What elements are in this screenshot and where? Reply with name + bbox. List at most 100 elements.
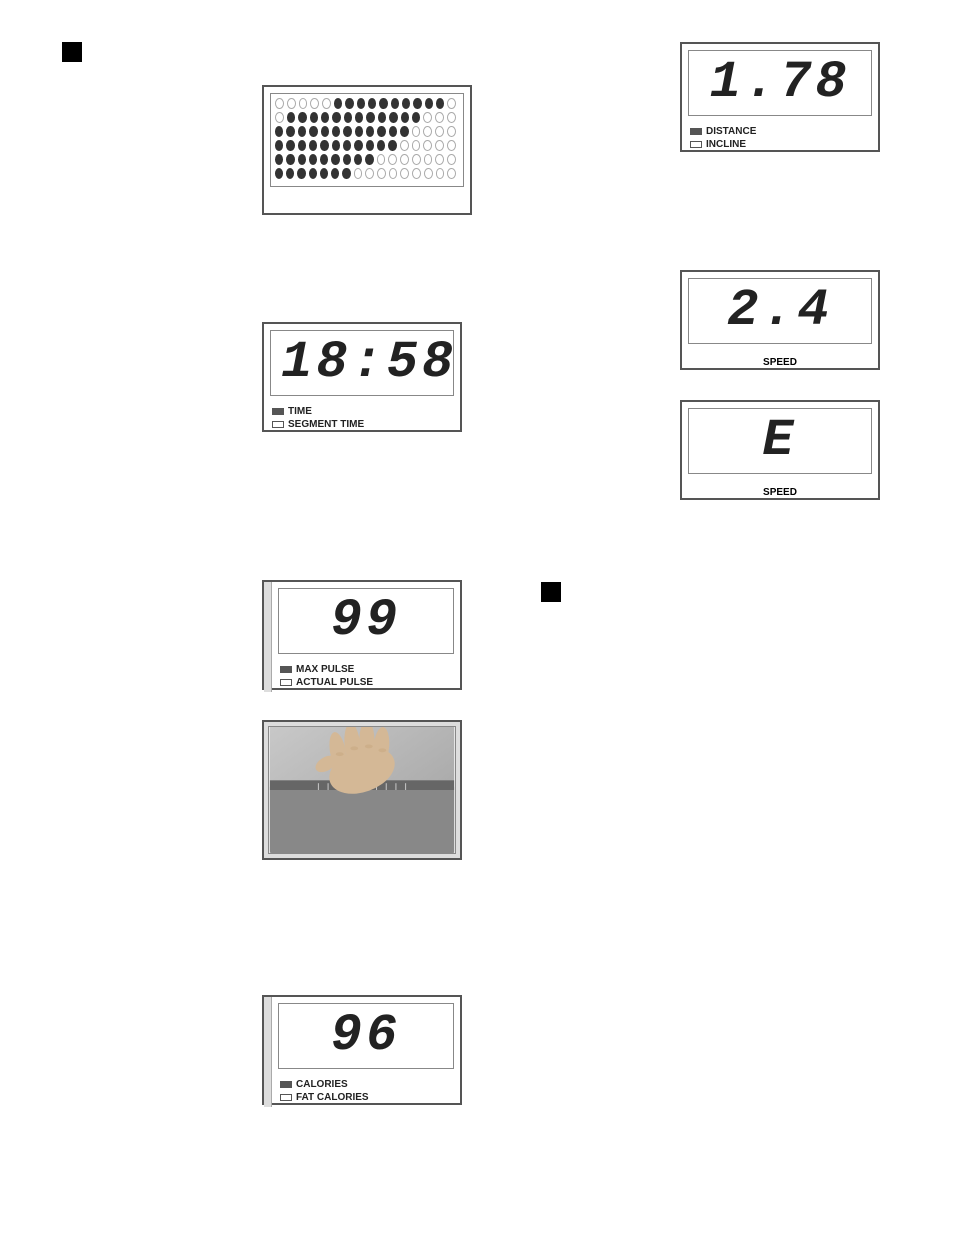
hand-photo — [262, 720, 462, 860]
dot-cell — [332, 126, 340, 137]
speed1-value: 2.4 — [699, 285, 861, 337]
distance-label2-row: INCLINE — [690, 139, 870, 150]
dot-cell — [275, 98, 284, 109]
distance-lcd-inner: 1.78 — [688, 50, 872, 116]
time-labels: TIME SEGMENT TIME — [264, 402, 460, 434]
dot-cell — [287, 98, 296, 109]
dot-cell — [286, 140, 294, 151]
dot-cell — [447, 112, 456, 123]
dot-row — [275, 98, 459, 109]
dot-cell — [331, 154, 339, 165]
distance-label2-icon — [690, 141, 702, 148]
dot-cell — [400, 168, 409, 179]
distance-label1-row: DISTANCE — [690, 126, 870, 137]
dot-cell — [310, 98, 319, 109]
dot-cell — [412, 140, 421, 151]
dot-cell — [365, 154, 373, 165]
dot-cell — [354, 140, 362, 151]
dot-cell — [435, 112, 444, 123]
pulse-label1-icon — [280, 666, 292, 673]
speed1-label-container: SPEED — [682, 350, 878, 372]
dot-cell — [366, 126, 374, 137]
dot-cell — [435, 154, 444, 165]
dot-cell — [424, 154, 433, 165]
dot-cell — [321, 126, 329, 137]
dot-cell — [297, 168, 305, 179]
calories-label2-icon — [280, 1094, 292, 1101]
distance-value: 1.78 — [699, 57, 861, 109]
dot-cell — [309, 168, 317, 179]
calories-label2-row: FAT CALORIES — [280, 1092, 452, 1103]
dot-cell — [287, 112, 295, 123]
dot-cell — [423, 112, 432, 123]
pulse-value: 99 — [289, 595, 443, 647]
dot-cell — [310, 112, 318, 123]
calories-label2: FAT CALORIES — [296, 1092, 369, 1103]
dot-cell — [377, 126, 385, 137]
dot-cell — [413, 98, 421, 109]
bullet-marker-2 — [541, 582, 561, 602]
pulse-label1-row: MAX PULSE — [280, 664, 452, 675]
calories-value: 96 — [289, 1010, 443, 1062]
dot-cell — [309, 154, 317, 165]
dot-cell — [332, 140, 340, 151]
pulse-side-bar — [264, 582, 272, 692]
dot-cell — [447, 140, 456, 151]
pulse-labels: MAX PULSE ACTUAL PULSE — [272, 660, 460, 692]
dot-cell — [400, 154, 409, 165]
time-label1-row: TIME — [272, 406, 452, 417]
dot-cell — [286, 168, 294, 179]
dot-cell — [331, 168, 339, 179]
time-label1-icon — [272, 408, 284, 415]
distance-display: 1.78 DISTANCE INCLINE — [680, 42, 880, 152]
calories-side-bar — [264, 997, 272, 1107]
dot-row — [275, 126, 459, 137]
dot-cell — [275, 126, 283, 137]
time-display: 18:58 TIME SEGMENT TIME — [262, 322, 462, 432]
dot-cell — [379, 98, 387, 109]
dot-cell — [354, 154, 362, 165]
time-label2-icon — [272, 421, 284, 428]
dot-cell — [424, 168, 433, 179]
speed1-label: SPEED — [763, 357, 797, 368]
calories-display: 96 CALORIES FAT CALORIES — [262, 995, 462, 1105]
dot-cell — [343, 154, 351, 165]
dot-cell — [354, 168, 363, 179]
dot-cell — [355, 112, 363, 123]
time-label2: SEGMENT TIME — [288, 419, 364, 430]
dot-cell — [412, 112, 420, 123]
distance-label2: INCLINE — [706, 139, 746, 150]
pulse-display: 99 MAX PULSE ACTUAL PULSE — [262, 580, 462, 690]
dot-cell — [345, 98, 353, 109]
pulse-label2-icon — [280, 679, 292, 686]
calories-lcd-inner: 96 — [278, 1003, 454, 1069]
dot-cell — [298, 154, 306, 165]
dot-cell — [389, 168, 398, 179]
dot-cell — [425, 98, 433, 109]
dot-cell — [388, 154, 397, 165]
speed1-lcd-inner: 2.4 — [688, 278, 872, 344]
dot-cell — [343, 126, 351, 137]
dot-cell — [286, 126, 294, 137]
dot-cell — [365, 168, 374, 179]
dot-cell — [412, 126, 421, 137]
dot-cell — [447, 98, 456, 109]
dot-cell — [447, 126, 456, 137]
dot-cell — [447, 154, 456, 165]
dot-cell — [344, 112, 352, 123]
dot-cell — [435, 126, 444, 137]
speed-display-2: E SPEED — [680, 400, 880, 500]
distance-label1-icon — [690, 128, 702, 135]
dot-cell — [357, 98, 365, 109]
calories-main-area: 96 CALORIES FAT CALORIES — [272, 997, 460, 1107]
pulse-main-area: 99 MAX PULSE ACTUAL PULSE — [272, 582, 460, 692]
dot-cell — [377, 168, 386, 179]
dot-cell — [299, 98, 308, 109]
time-label2-row: SEGMENT TIME — [272, 419, 452, 430]
dot-cell — [389, 112, 397, 123]
dot-cell — [389, 126, 397, 137]
dot-cell — [298, 126, 306, 137]
dot-cell — [343, 140, 351, 151]
pulse-lcd-inner: 99 — [278, 588, 454, 654]
dot-cell — [320, 140, 328, 151]
